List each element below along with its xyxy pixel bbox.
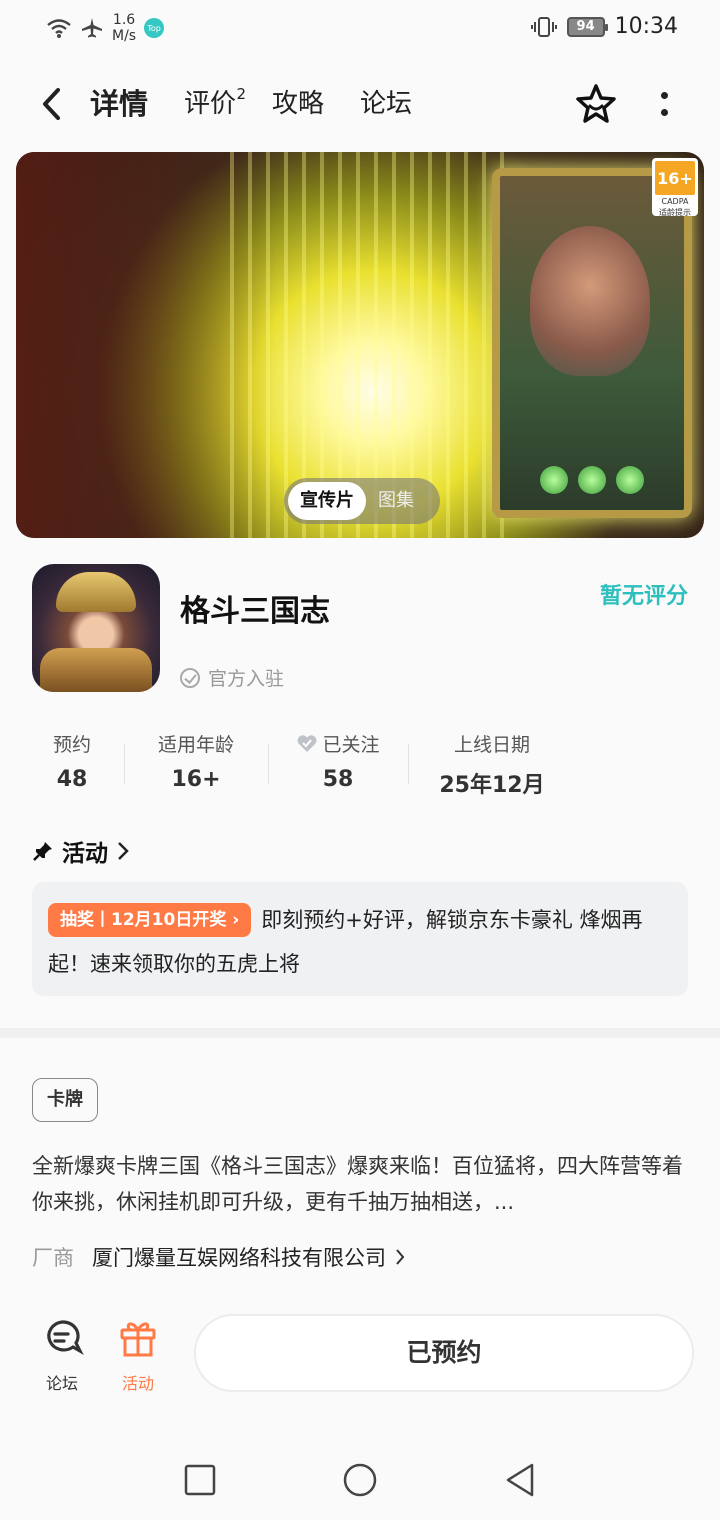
heart-icon [298,734,317,752]
recent-apps-icon[interactable] [180,1460,220,1500]
tab-bar: 详情 评价 2 攻略 论坛 [87,84,412,124]
media-tab-gallery[interactable]: 图集 [366,482,426,520]
chevron-right-icon [118,842,129,860]
age-rating-badge: 16+ CADPA 适龄提示 [652,158,698,217]
genre-tag[interactable]: 卡牌 [32,1078,98,1122]
banner-hero-card [492,168,692,518]
reserve-button[interactable]: 已预约 [194,1314,694,1392]
stats-row: 预约 48 适用年龄 16+ 已关注 58 上线日期 25年12月 [20,730,580,800]
vendor-label: 厂商 [32,1246,74,1270]
battery-icon: 94 [566,16,608,37]
section-divider [0,1028,720,1038]
rating-status[interactable]: 暂无评分 [600,578,688,610]
activity-card[interactable]: 抽奖丨12月10日开奖 › 即刻预约+好评，解锁京东卡豪礼 烽烟再起！速来领取你的… [32,882,688,996]
top-nav: 详情 评价 2 攻略 论坛 [0,70,720,140]
more-dot-icon [660,109,668,116]
more-button[interactable] [650,84,678,124]
clock: 10:34 [614,14,678,39]
icon-helmet [56,572,136,612]
media-tab-video[interactable]: 宣传片 [288,482,366,520]
icon-armor [40,648,152,692]
activity-header[interactable]: 活动 [32,834,130,868]
official-label: 官方入驻 [180,664,284,691]
check-circle-icon [180,667,200,688]
stat-release-date: 上线日期 25年12月 [439,734,545,798]
media-toggle: 宣传片 图集 [284,478,440,524]
vendor-row[interactable]: 厂商 厦门爆量互娱网络科技有限公司 [32,1242,406,1272]
review-count: 2 [236,85,247,103]
activity-button[interactable]: 活动 [108,1316,168,1394]
forum-chat-icon [47,1320,84,1356]
favorite-button[interactable] [574,82,618,126]
tab-details[interactable]: 详情 [87,84,152,124]
airplane-icon [82,18,102,38]
card-orbs [540,466,644,494]
hero-portrait [530,226,650,376]
back-arrow-icon [43,88,60,120]
app-badge-icon: Top [144,18,165,38]
system-nav-bar [0,1440,720,1520]
vibrate-icon [530,16,557,37]
forum-button[interactable]: 论坛 [32,1316,92,1394]
stat-age: 适用年龄 16+ [157,734,234,792]
home-icon[interactable] [340,1460,380,1500]
game-description[interactable]: 全新爆爽卡牌三国《格斗三国志》爆爽来临！百位猛将，四大阵营等着你来挑，休闲挂机即… [32,1148,692,1220]
more-dot-icon [660,92,668,99]
back-button[interactable] [34,84,70,124]
status-bar: 1.6 M/s Top 94 10:34 [0,0,720,58]
promo-banner[interactable]: 16+ CADPA 适龄提示 宣传片 图集 [16,152,704,538]
vendor-name: 厦门爆量互娱网络科技有限公司 [92,1246,386,1270]
tab-guides[interactable]: 攻略 [272,84,324,124]
tab-reviews[interactable]: 评价 2 [184,84,246,124]
gift-icon [120,1322,156,1357]
star-icon [576,84,616,123]
back-triangle-icon[interactable] [500,1460,540,1500]
stat-followers: 已关注 58 [276,730,400,792]
chevron-right-icon [396,1249,405,1265]
tab-forum[interactable]: 论坛 [360,84,412,124]
lottery-tag[interactable]: 抽奖丨12月10日开奖 › [48,903,252,937]
network-speed: 1.6 M/s [112,12,137,44]
pin-icon [33,842,52,861]
game-icon [32,564,160,692]
stat-reservations: 预约 48 [52,734,91,792]
game-title: 格斗三国志 [180,594,330,629]
wifi-icon [47,19,71,38]
